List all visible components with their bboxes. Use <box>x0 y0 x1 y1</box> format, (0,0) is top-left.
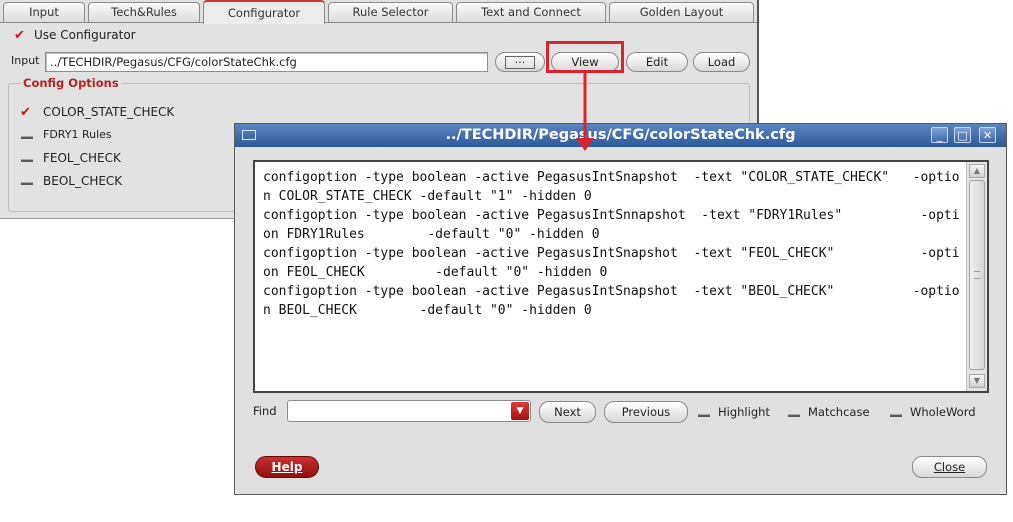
vertical-scrollbar[interactable]: ▲ ▼ <box>966 162 987 391</box>
find-combobox[interactable]: ▼ <box>287 400 531 422</box>
use-configurator-label: Use Configurator <box>34 28 136 42</box>
fdry1-rules-label: FDRY1 Rules <box>43 128 112 141</box>
file-content-text: configoption -type boolean -active Pegas… <box>263 170 960 318</box>
edit-button[interactable]: Edit <box>626 52 688 72</box>
highlight-label: Highlight <box>718 405 770 419</box>
tab-configurator[interactable]: Configurator <box>203 0 325 24</box>
close-icon[interactable]: ✕ <box>979 127 996 143</box>
fdry1-rules-checkbox[interactable] <box>21 129 33 139</box>
minimize-icon[interactable]: _ <box>931 127 948 143</box>
browse-button-label: ... <box>505 54 535 69</box>
tab-input[interactable]: Input <box>3 2 85 22</box>
highlight-checkbox[interactable] <box>698 407 710 417</box>
tab-rule-selector[interactable]: Rule Selector <box>328 2 453 22</box>
color-state-check-checkbox[interactable]: ✔ <box>20 106 33 119</box>
wholeword-checkbox[interactable] <box>890 407 902 417</box>
dialog-titlebar[interactable]: ../TECHDIR/Pegasus/CFG/colorStateChk.cfg… <box>235 124 1006 147</box>
matchcase-checkbox[interactable] <box>788 407 800 417</box>
close-button-label: Close <box>933 460 966 474</box>
beol-check-checkbox[interactable] <box>21 175 33 185</box>
dialog-title: ../TECHDIR/Pegasus/CFG/colorStateChk.cfg <box>445 127 796 143</box>
help-button[interactable]: Help <box>255 456 319 478</box>
load-button[interactable]: Load <box>693 52 750 72</box>
scroll-down-icon[interactable]: ▼ <box>969 374 985 388</box>
input-path-field[interactable]: ../TECHDIR/Pegasus/CFG/colorStateChk.cfg <box>45 52 488 72</box>
tab-golden-layout[interactable]: Golden Layout <box>609 2 754 22</box>
config-options-title: Config Options <box>21 76 121 90</box>
color-state-check-label: COLOR_STATE_CHECK <box>43 105 175 119</box>
view-highlight-box <box>546 41 624 73</box>
tab-text-and-connect[interactable]: Text and Connect <box>456 2 606 22</box>
input-label: Input <box>11 54 40 67</box>
matchcase-label: Matchcase <box>808 405 870 419</box>
use-configurator-checkbox[interactable]: ✔ <box>14 29 27 42</box>
maximize-icon[interactable]: □ <box>954 127 971 143</box>
scroll-thumb[interactable] <box>969 180 985 370</box>
file-view-dialog: ../TECHDIR/Pegasus/CFG/colorStateChk.cfg… <box>234 123 1007 495</box>
tab-tech-rules[interactable]: Tech&Rules <box>88 2 200 22</box>
beol-check-label: BEOL_CHECK <box>43 174 123 188</box>
browse-button[interactable]: ... <box>495 52 545 72</box>
find-label: Find <box>253 404 277 418</box>
feol-check-label: FEOL_CHECK <box>43 151 121 165</box>
close-button[interactable]: Close <box>912 456 987 478</box>
previous-button[interactable]: Previous <box>604 401 688 423</box>
scroll-up-icon[interactable]: ▲ <box>969 164 985 178</box>
file-content-view[interactable]: configoption -type boolean -active Pegas… <box>253 160 989 393</box>
next-button[interactable]: Next <box>539 401 596 423</box>
wholeword-label: WholeWord <box>910 405 976 419</box>
tab-bar: Input Tech&Rules Configurator Rule Selec… <box>0 0 757 24</box>
dropdown-arrow-icon[interactable]: ▼ <box>511 402 529 420</box>
feol-check-checkbox[interactable] <box>21 152 33 162</box>
